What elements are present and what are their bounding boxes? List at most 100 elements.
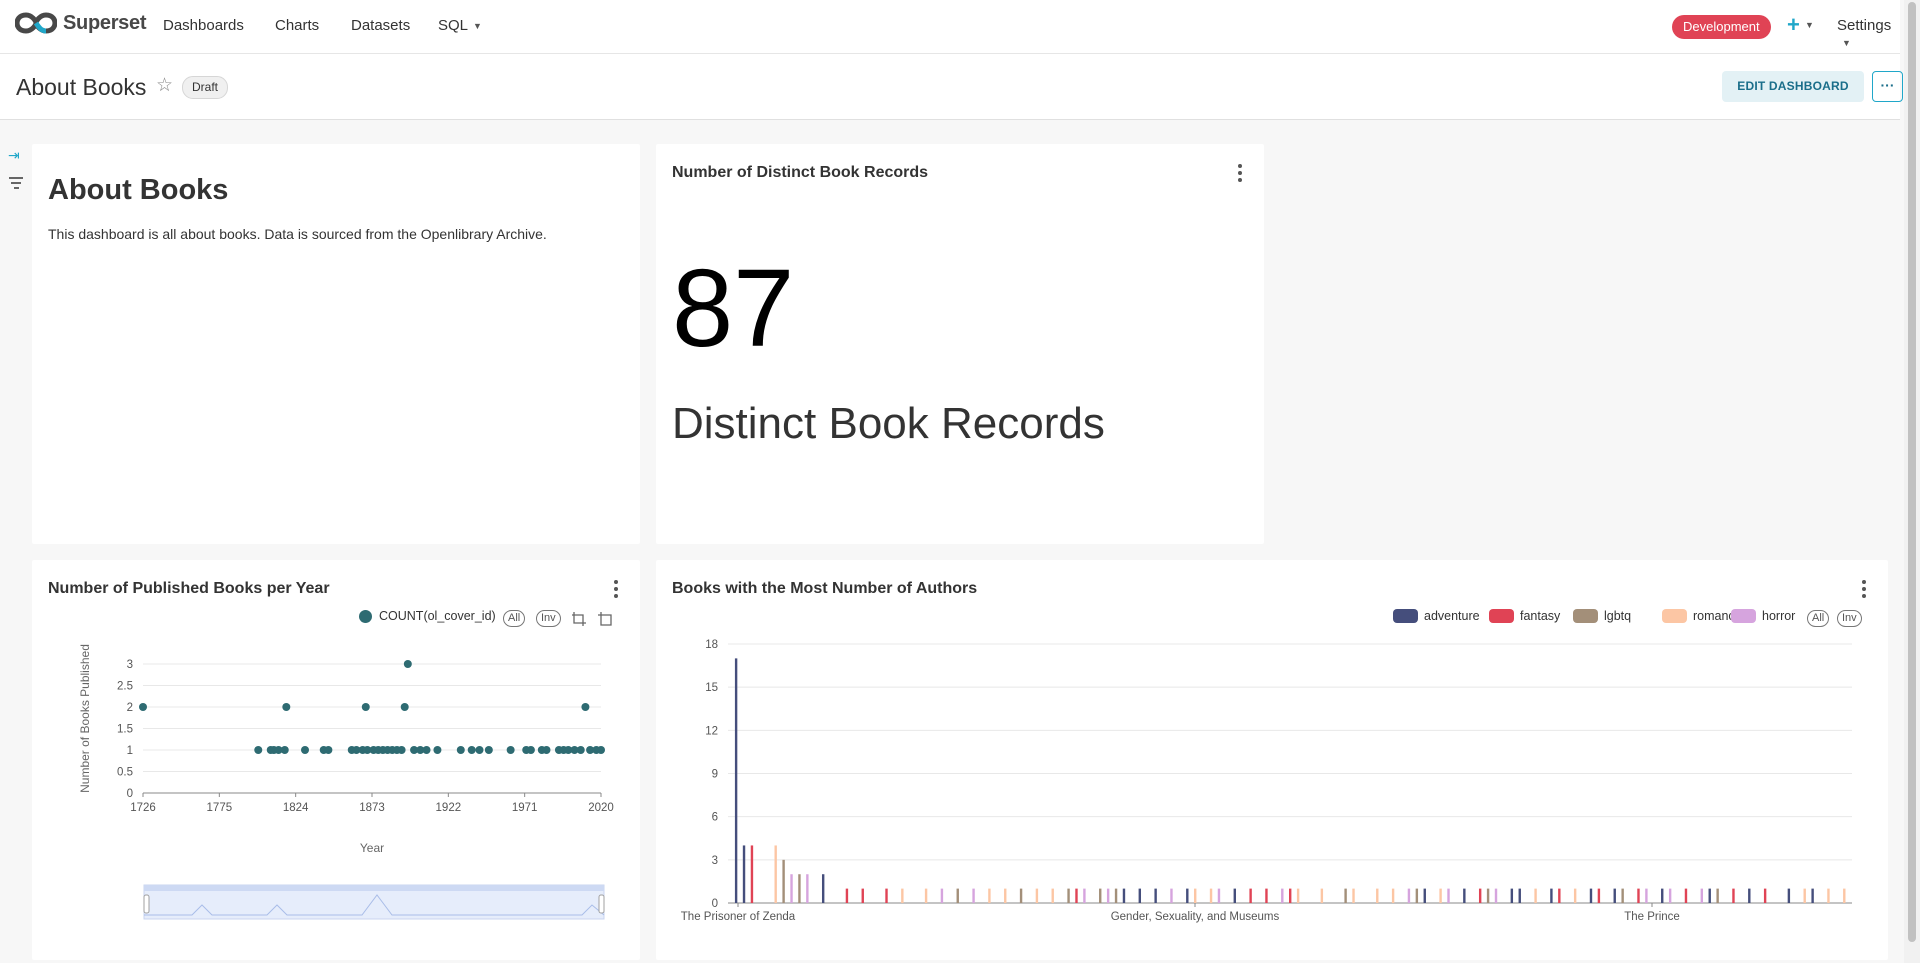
nav-sql-menu[interactable]: SQL ▼ [438,17,482,34]
y-tick-label: 15 [705,682,718,694]
scatter-point [526,746,535,754]
bar-adventure [1787,888,1791,903]
bar-lgbtq [1621,888,1624,903]
environment-badge: Development [1672,15,1771,39]
bar-fantasy [1265,888,1268,903]
expand-filters-icon[interactable]: ⇥ [8,147,20,164]
zoom-slider-handle-right [598,894,605,914]
bar-horror [1281,888,1284,903]
bar-lgbtq [1716,888,1719,903]
scatter-plot[interactable]: 0 0.5 1 1.5 2 2.5 3 1726 1775 1824 1873 1922 1971 202… [32,560,640,960]
bar-adventure [1463,888,1466,903]
bar-horror [1407,888,1411,903]
bar-fantasy [845,888,849,903]
bar-romance [1439,888,1442,903]
scatter-point [282,703,291,711]
bar-horror [1700,888,1704,903]
dashboard-title[interactable]: About Books [16,74,146,101]
scatter-point [361,703,370,711]
filter-icon[interactable] [9,177,23,192]
scatter-point [324,746,333,754]
bar-horror [1645,888,1648,903]
more-actions-button[interactable]: ··· [1872,71,1903,102]
big-number-subheader: Distinct Book Records [672,399,1105,448]
bar-lgbtq [1099,888,1102,903]
bar-romance [1843,888,1846,903]
bar-plot[interactable]: 0 3 6 9 12 15 18 The Prisoner of Zenda Gender, S… [656,560,1888,960]
bar-adventure [1154,888,1157,903]
bar-adventure [1423,888,1426,903]
y-axis-title: Number of Books Published [78,644,92,793]
y-tick-label: 0.5 [117,767,133,779]
x-tick-label: 1873 [359,802,385,814]
y-tick-label: 0 [127,788,133,800]
chart-title: Number of Distinct Book Records [672,164,929,181]
nav-dashboards[interactable]: Dashboards [163,17,244,34]
bar-adventure [742,845,746,903]
scatter-point [506,746,515,754]
x-tick-label: 1971 [512,802,538,814]
bar-romance [1803,888,1806,903]
brand-name: Superset [63,11,147,34]
scatter-point [467,746,476,754]
bar-adventure [1550,888,1553,903]
bar-adventure [1233,888,1236,903]
x-tick-label: The Prisoner of Zenda [681,911,796,923]
bar-romance [1376,888,1379,903]
bar-fantasy [885,888,888,903]
bar-lgbtq [1114,888,1118,903]
star-icon[interactable]: ☆ [156,74,173,97]
y-tick-label: 1.5 [117,724,133,736]
bar-chart-card: Books with the Most Number of Authors ad… [656,560,1888,960]
bar-adventure [1708,888,1711,903]
bar-horror [972,888,975,903]
bar-adventure [1518,888,1521,903]
scrollbar-thumb[interactable] [1908,2,1916,942]
zoom-slider-handle-left [143,894,150,914]
nav-charts[interactable]: Charts [275,17,319,34]
bar-horror [1494,888,1498,903]
y-tick-label: 18 [705,639,718,651]
bar-lgbtq [798,874,801,903]
y-tick-label: 1 [127,745,133,757]
scatter-chart-card: Number of Published Books per Year COUNT… [32,560,640,960]
bar-romance [1035,888,1039,903]
bar-horror [790,874,793,903]
nav-datasets[interactable]: Datasets [351,17,410,34]
superset-logo[interactable]: Superset [15,11,146,35]
y-tick-label: 2.5 [117,681,133,693]
y-tick-label: 0 [712,898,718,910]
bar-romance [1391,888,1395,903]
bar-adventure [1138,888,1142,903]
x-tick-label: 1775 [207,802,233,814]
scatter-point [597,746,605,754]
scatter-point [280,746,289,754]
chart-menu-icon[interactable] [1238,164,1242,185]
bar-fantasy [1597,888,1601,903]
bar-romance [1004,888,1007,903]
scatter-point [403,660,412,668]
bar-adventure [1186,888,1189,903]
bar-adventure [1122,888,1126,903]
scatter-point [397,746,406,754]
y-tick-label: 3 [127,659,133,671]
bar-adventure [821,874,825,903]
settings-menu[interactable]: Settings ▼ [1837,17,1900,51]
bar-romance [1534,888,1537,903]
bar-horror [940,888,944,903]
bar-adventure [734,658,738,903]
y-tick-label: 12 [705,725,718,737]
bar-lgbtq [1486,888,1490,903]
top-navbar: Superset Dashboards Charts Datasets SQL ▼… [0,0,1900,54]
bar-fantasy [1637,888,1640,903]
edit-dashboard-button[interactable]: EDIT DASHBOARD [1722,71,1864,102]
scatter-point [456,746,465,754]
markdown-card: About Books This dashboard is all about … [32,144,640,544]
bar-fantasy [750,845,754,903]
bar-lgbtq [1344,888,1347,903]
plus-icon[interactable]: + [1787,12,1800,38]
chevron-down-icon[interactable]: ▼ [1805,20,1814,30]
bar-romance [1209,888,1213,903]
bar-romance [988,888,991,903]
draft-status-badge[interactable]: Draft [182,76,229,99]
